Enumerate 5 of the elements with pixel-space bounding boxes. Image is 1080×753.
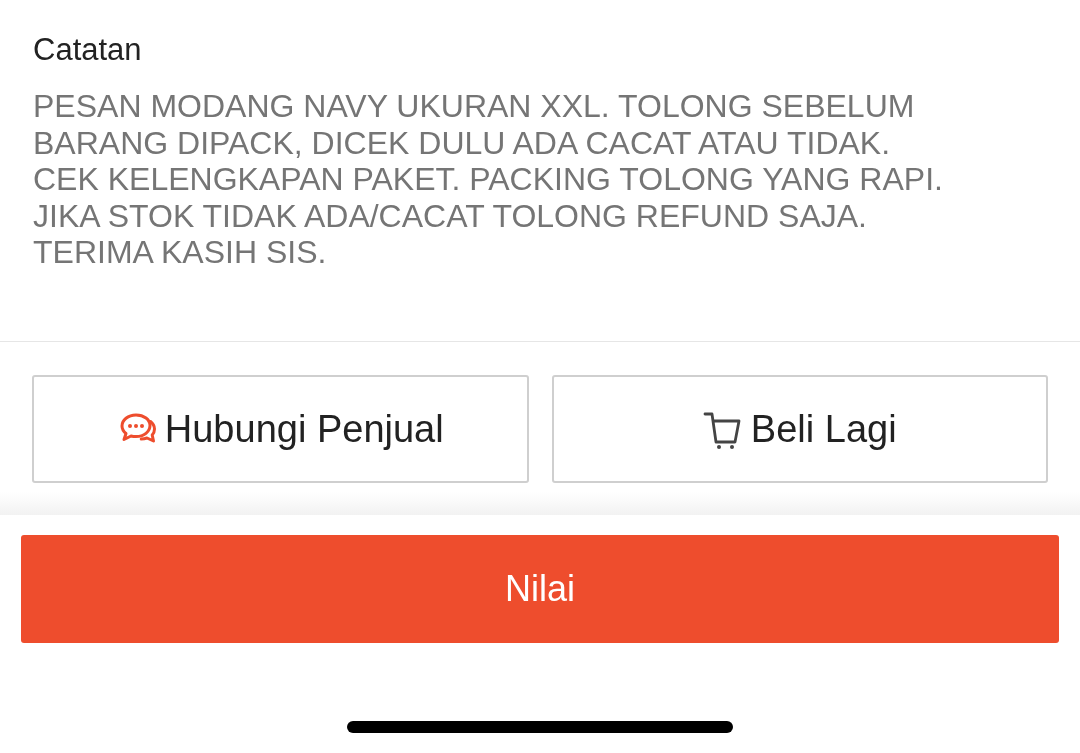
note-text: PESAN MODANG NAVY UKURAN XXL. TOLONG SEBELUM BARANG DIPACK, DICEK DULU ADA CACAT ATAU TIDAK. CEK KELENGKAPAN PAKET. PACKING TOLONG YANG RAPI. JIKA STOK TIDAK ADA/CACAT TOLONG REFUND SAJA. TERIMA KASIH SIS. <box>33 88 944 271</box>
contact-seller-button[interactable]: Hubungi Penjual <box>32 375 529 483</box>
rate-button[interactable]: Nilai <box>21 535 1059 643</box>
note-title: Catatan <box>33 31 143 69</box>
buy-again-button[interactable]: Beli Lagi <box>551 375 1048 483</box>
